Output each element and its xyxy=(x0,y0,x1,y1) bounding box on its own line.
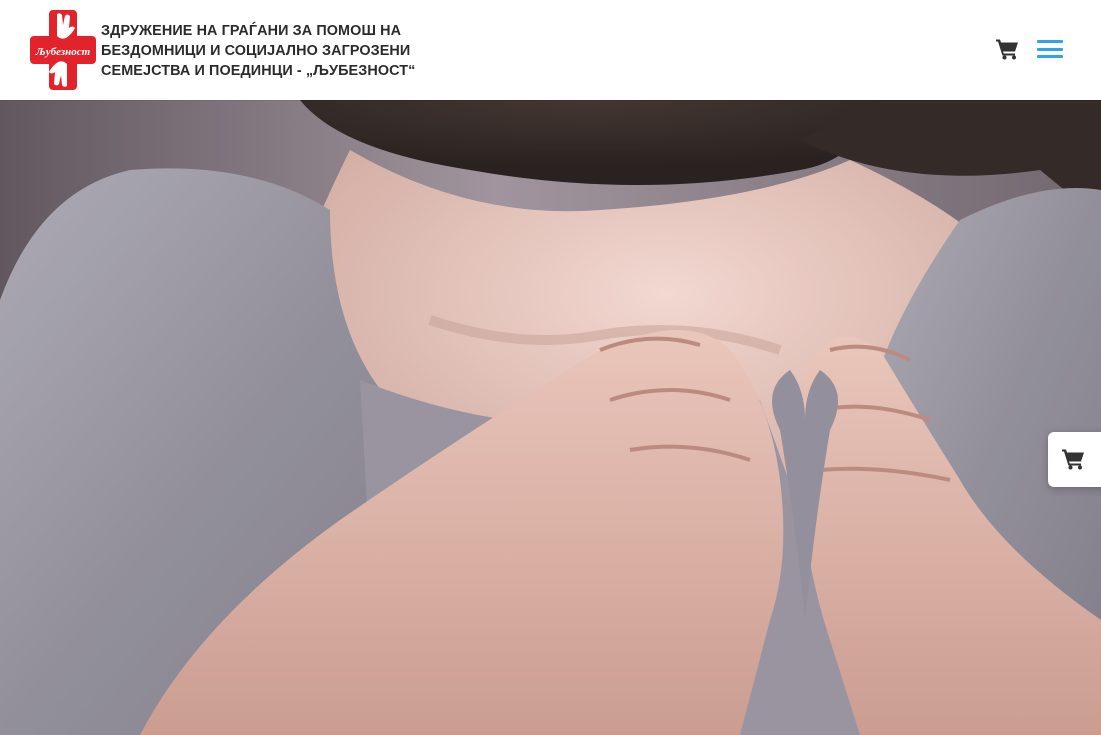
header-cart-button[interactable] xyxy=(996,38,1020,60)
logo-line-3: СЕМЕЈСТВА И ПОЕДИНЦИ - „ЉУБЕЗНОСТ“ xyxy=(101,63,416,79)
hands-heart-photo xyxy=(0,100,1101,735)
logo-line-2: БЕЗДОМНИЦИ И СОЦИЈАЛНО ЗАГРОЗЕНИ xyxy=(101,43,411,59)
hero-image xyxy=(0,100,1101,735)
shopping-cart-icon xyxy=(1062,449,1084,470)
logo-line-1: ЗДРУЖЕНИЕ НА ГРАЃАНИ ЗА ПОМОШ НА xyxy=(101,23,402,39)
site-logo-link[interactable]: Љубезност ЗДРУЖЕНИЕ НА ГРАЃАНИ ЗА ПОМОШ … xyxy=(30,10,430,90)
hamburger-menu-icon-bar-bottom xyxy=(1037,55,1063,58)
hamburger-menu-button[interactable] xyxy=(1036,38,1064,60)
logo-organization-name: ЗДРУЖЕНИЕ НА ГРАЃАНИ ЗА ПОМОШ НА БЕЗДОМН… xyxy=(101,21,431,81)
logo-cross-hands-icon: Љубезност xyxy=(30,10,96,90)
hamburger-menu-icon-bar-middle xyxy=(1037,47,1063,51)
floating-cart-button[interactable] xyxy=(1048,432,1101,487)
site-header: Љубезност ЗДРУЖЕНИЕ НА ГРАЃАНИ ЗА ПОМОШ … xyxy=(0,0,1101,100)
hamburger-menu-icon-bar-top xyxy=(1037,40,1063,43)
page: Љубезност ЗДРУЖЕНИЕ НА ГРАЃАНИ ЗА ПОМОШ … xyxy=(0,0,1101,735)
shopping-cart-icon xyxy=(996,39,1018,60)
logo-badge-text: Љубезност xyxy=(35,46,91,58)
